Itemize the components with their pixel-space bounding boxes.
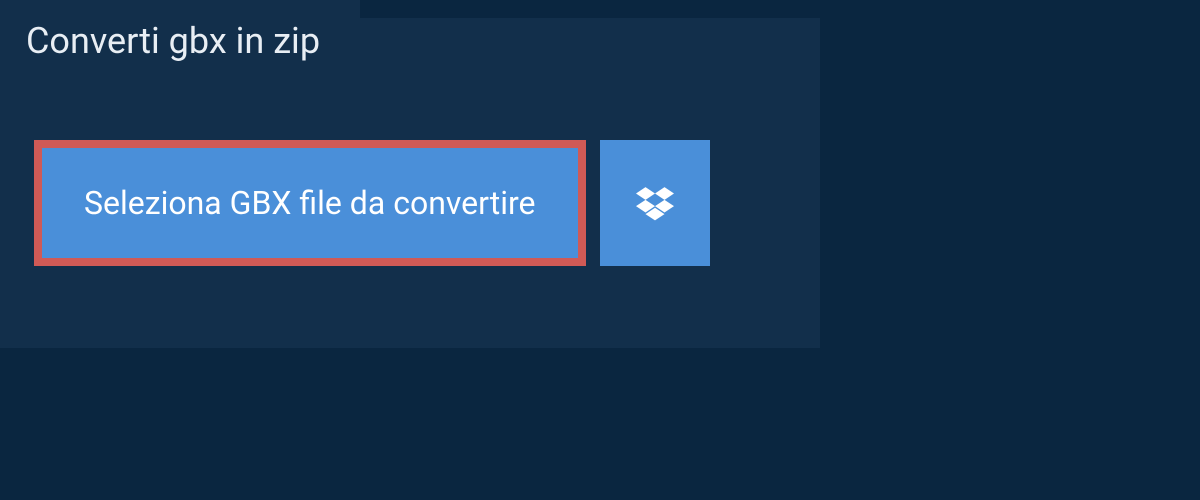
converter-panel: Converti gbx in zip Seleziona GBX file d…	[0, 18, 820, 348]
select-file-button[interactable]: Seleziona GBX file da convertire	[34, 140, 586, 266]
dropbox-icon	[636, 184, 674, 222]
tab-title: Converti gbx in zip	[26, 20, 320, 62]
action-row: Seleziona GBX file da convertire	[34, 140, 710, 266]
dropbox-button[interactable]	[600, 140, 710, 266]
select-file-label: Seleziona GBX file da convertire	[84, 184, 536, 222]
panel-tab: Converti gbx in zip	[0, 0, 360, 84]
